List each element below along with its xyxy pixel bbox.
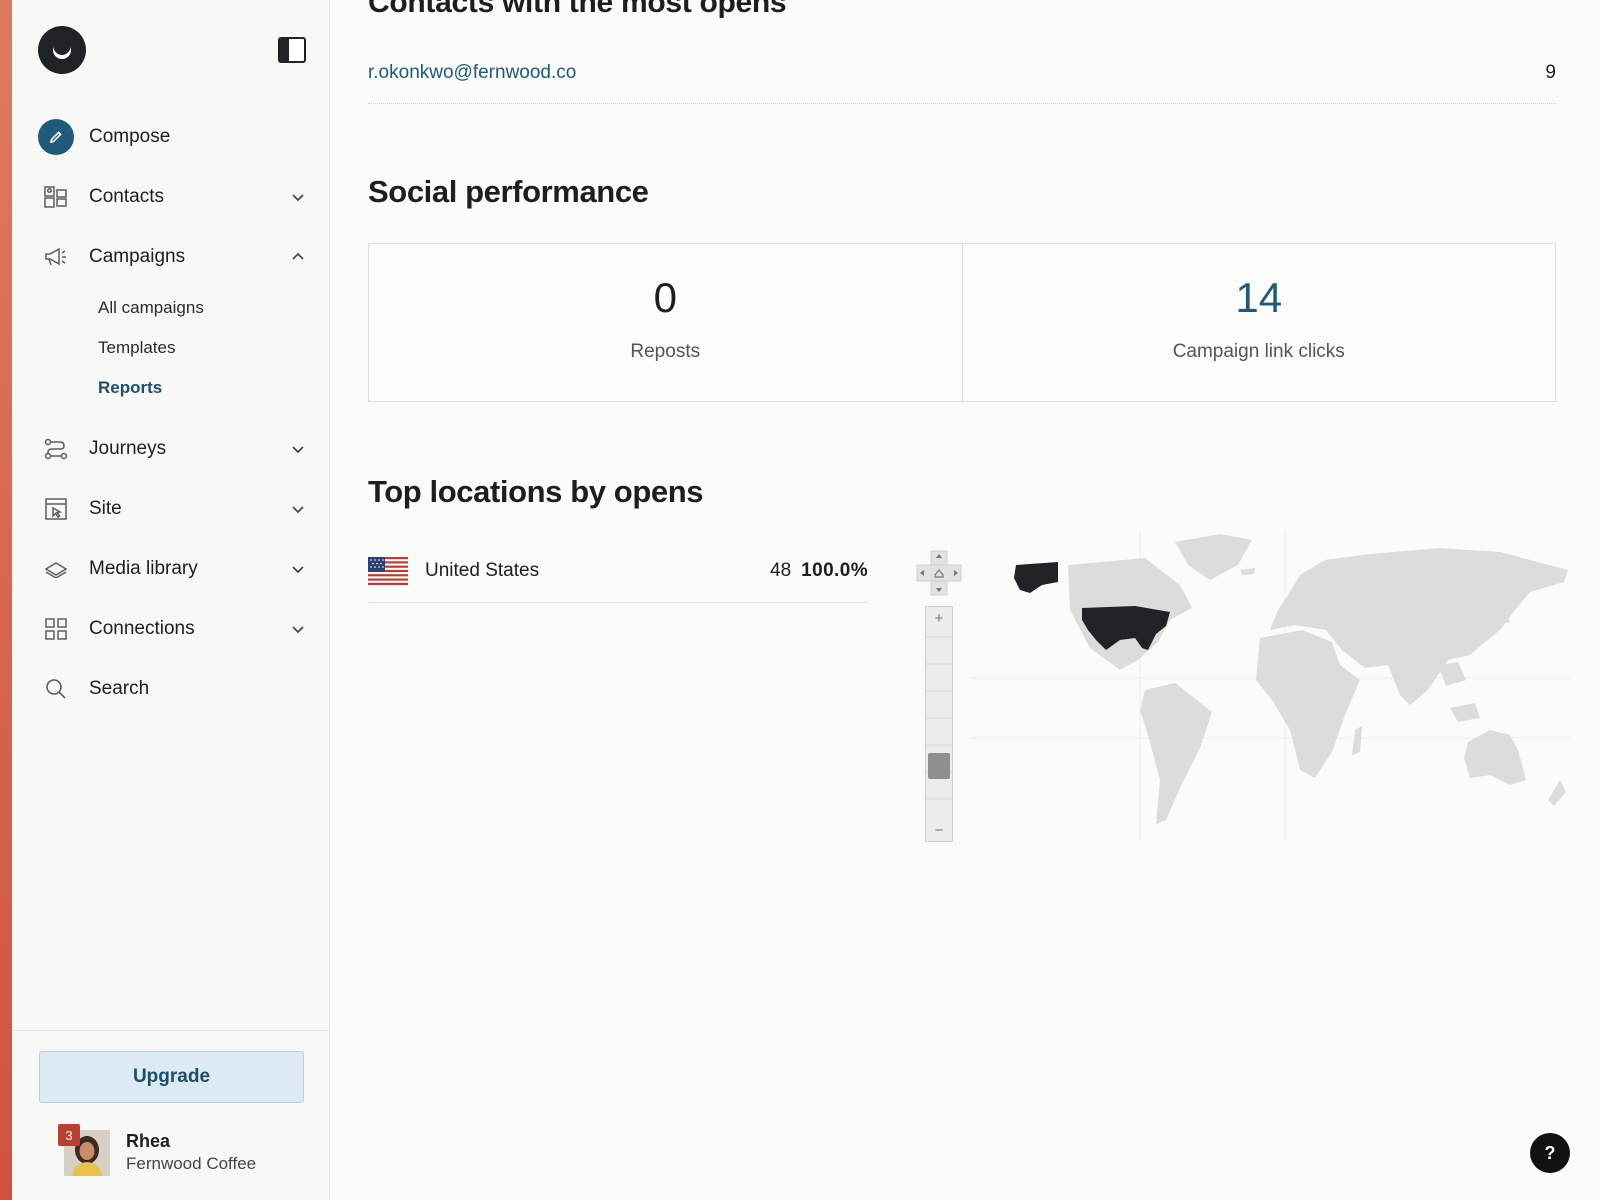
pan-control[interactable] [916, 550, 962, 596]
search-icon [38, 671, 74, 707]
user-name: Rhea [126, 1131, 171, 1151]
app-logo[interactable] [38, 26, 86, 74]
user-organization: Fernwood Coffee [126, 1154, 257, 1173]
contacts-icon [38, 179, 74, 215]
notification-badge: 3 [58, 1124, 80, 1146]
world-map[interactable] [970, 530, 1570, 840]
sidebar-item-label: Search [89, 678, 150, 699]
map-controls: + − [916, 548, 966, 848]
location-percent: 100.0% [801, 560, 868, 581]
help-button[interactable]: ? [1530, 1133, 1570, 1173]
sidebar-item-campaigns[interactable]: Campaigns [38, 235, 308, 279]
sidebar-divider [12, 1030, 330, 1031]
upgrade-button[interactable]: Upgrade [39, 1051, 304, 1103]
chevron-down-icon [292, 194, 304, 202]
sidebar: Compose Contacts Campaigns All campaigns… [12, 0, 330, 1200]
zoom-slider-thumb[interactable] [928, 753, 950, 779]
us-flag-icon [368, 557, 408, 585]
sidebar-item-site[interactable]: Site [38, 487, 308, 531]
social-stats-panel: 0 Reposts 14 Campaign link clicks [368, 243, 1556, 402]
reposts-label: Reposts [630, 340, 701, 362]
top-locations-heading: Top locations by opens [368, 474, 704, 509]
social-performance-heading: Social performance [368, 174, 649, 209]
sidebar-collapse-button[interactable] [278, 37, 306, 63]
reposts-value: 0 [653, 273, 677, 321]
sidebar-item-label: Site [89, 498, 122, 519]
sidebar-item-label: Media library [89, 558, 198, 579]
zoom-out-button[interactable]: − [926, 819, 952, 841]
sidebar-item-media-library[interactable]: Media library [38, 547, 308, 591]
sidebar-item-compose[interactable]: Compose [38, 115, 308, 159]
chevron-up-icon [292, 252, 304, 260]
zoom-ticks [926, 636, 952, 800]
table-row: r.okonkwo@fernwood.co 9 [368, 62, 1556, 104]
site-icon [38, 491, 74, 527]
chevron-down-icon [292, 446, 304, 454]
chevron-down-icon [292, 566, 304, 574]
journey-icon [38, 431, 74, 467]
report-content: Contacts with the most opens r.okonkwo@f… [330, 0, 1600, 1200]
world-landmass [1068, 534, 1568, 824]
pencil-icon [38, 119, 74, 155]
sidebar-item-label: Campaigns [89, 246, 186, 267]
sidebar-subitem-reports[interactable]: Reports [98, 378, 162, 398]
panel-toggle-icon [280, 39, 289, 61]
sidebar-item-contacts[interactable]: Contacts [38, 175, 308, 219]
location-country: United States [425, 560, 540, 581]
sidebar-item-label: Compose [89, 126, 171, 147]
location-row: United States 48 100.0% [368, 552, 868, 603]
contact-open-count: 9 [1545, 62, 1556, 83]
zoom-slider[interactable]: + − [925, 606, 953, 842]
sidebar-subitem-all-campaigns[interactable]: All campaigns [98, 298, 204, 318]
media-library-icon [38, 551, 74, 587]
grid-icon [38, 611, 74, 647]
sidebar-item-label: Journeys [89, 438, 167, 459]
chevron-down-icon [292, 626, 304, 634]
sidebar-item-search[interactable]: Search [38, 667, 308, 711]
location-open-count: 48 [770, 560, 792, 581]
top-contacts-heading: Contacts with the most opens [368, 0, 787, 19]
reposts-stat: 0 Reposts [369, 244, 962, 401]
sidebar-item-label: Contacts [89, 186, 164, 207]
contact-email-link[interactable]: r.okonkwo@fernwood.co [368, 62, 576, 84]
sidebar-item-label: Connections [89, 618, 195, 639]
logo-icon [53, 39, 71, 59]
sidebar-item-connections[interactable]: Connections [38, 607, 308, 651]
link-clicks-value[interactable]: 14 [1235, 276, 1282, 319]
chevron-down-icon [292, 506, 304, 514]
sidebar-subitem-templates[interactable]: Templates [98, 338, 175, 358]
link-clicks-stat[interactable]: 14 Campaign link clicks [961, 244, 1556, 401]
brand-accent-strip [0, 0, 12, 1200]
link-clicks-label: Campaign link clicks [1172, 340, 1345, 362]
zoom-in-button[interactable]: + [926, 607, 952, 629]
sidebar-item-journeys[interactable]: Journeys [38, 427, 308, 471]
megaphone-icon [38, 239, 74, 275]
